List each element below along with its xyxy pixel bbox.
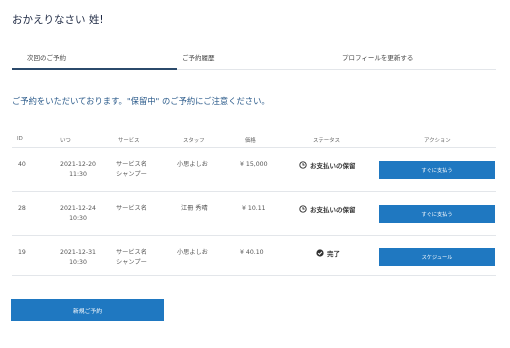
- cell-id: 28: [18, 205, 26, 212]
- new-booking-button[interactable]: 新規ご予約: [11, 299, 164, 321]
- cell-time: 10:30: [69, 259, 87, 266]
- header-action: アクション: [424, 138, 451, 144]
- clock-icon: [299, 161, 307, 169]
- status-badge: お支払いの保留: [299, 204, 356, 214]
- cell-id: 19: [18, 249, 26, 256]
- status-text: お支払いの保留: [310, 162, 356, 170]
- clock-icon: [299, 205, 307, 213]
- status-text: お支払いの保留: [310, 206, 356, 214]
- cell-staff: 小思よしお: [177, 249, 208, 256]
- header-staff: スタッフ: [183, 138, 205, 144]
- cell-id: 40: [18, 161, 26, 168]
- cell-staff: 江冊 秀晴: [181, 205, 208, 212]
- cell-price: ¥ 40.10: [240, 249, 264, 256]
- check-circle-icon: [316, 249, 324, 257]
- pay-now-button[interactable]: すぐに支払う: [379, 205, 495, 223]
- active-tab-indicator: [12, 68, 177, 70]
- cell-staff: 小思よしお: [177, 161, 208, 168]
- table-header: ID いつ サービス スタッフ 価格 ステータス アクション: [12, 134, 496, 148]
- tab-bar: 次回のご予約 ご予約履歴 プロフィールを更新する: [12, 44, 496, 70]
- booking-notice: ご予約をいただいております。"保留中" のご予約にご注意ください。: [12, 96, 270, 106]
- table-row: 19 2021-12-31 10:30 サービス名 シャンプー 小思よしお ¥ …: [12, 236, 496, 276]
- cell-service-detail: シャンプー: [116, 259, 147, 266]
- schedule-button[interactable]: スケジュール: [379, 248, 495, 266]
- header-when: いつ: [60, 138, 71, 144]
- cell-time: 11:30: [69, 171, 87, 178]
- header-status: ステータス: [313, 138, 340, 144]
- page-title: おかえりなさい 姓!: [12, 14, 104, 26]
- tab-booking-history[interactable]: ご予約履歴: [182, 52, 215, 62]
- header-service: サービス: [118, 138, 140, 144]
- header-price: 価格: [245, 138, 256, 144]
- tab-upcoming-bookings[interactable]: 次回のご予約: [27, 52, 66, 62]
- table-row: 28 2021-12-24 10:30 サービス名 江冊 秀晴 ¥ 10.11 …: [12, 192, 496, 236]
- cell-date: 2021-12-24: [60, 205, 96, 212]
- table-row: 40 2021-12-20 11:30 サービス名 シャンプー 小思よしお ¥ …: [12, 148, 496, 192]
- cell-date: 2021-12-31: [60, 249, 96, 256]
- cell-price: ¥ 10.11: [242, 205, 266, 212]
- status-text: 完了: [327, 250, 340, 258]
- cell-service: サービス名: [116, 249, 147, 256]
- pay-now-button[interactable]: すぐに支払う: [379, 161, 495, 179]
- cell-service: サービス名: [116, 161, 147, 168]
- cell-time: 10:30: [69, 215, 87, 222]
- header-id: ID: [17, 136, 23, 142]
- cell-service: サービス名: [116, 205, 147, 212]
- cell-service-detail: シャンプー: [116, 171, 147, 178]
- status-badge: 完了: [316, 248, 340, 258]
- cell-price: ¥ 15,000: [240, 161, 268, 168]
- tab-update-profile[interactable]: プロフィールを更新する: [342, 52, 413, 62]
- cell-date: 2021-12-20: [60, 161, 96, 168]
- status-badge: お支払いの保留: [299, 160, 356, 170]
